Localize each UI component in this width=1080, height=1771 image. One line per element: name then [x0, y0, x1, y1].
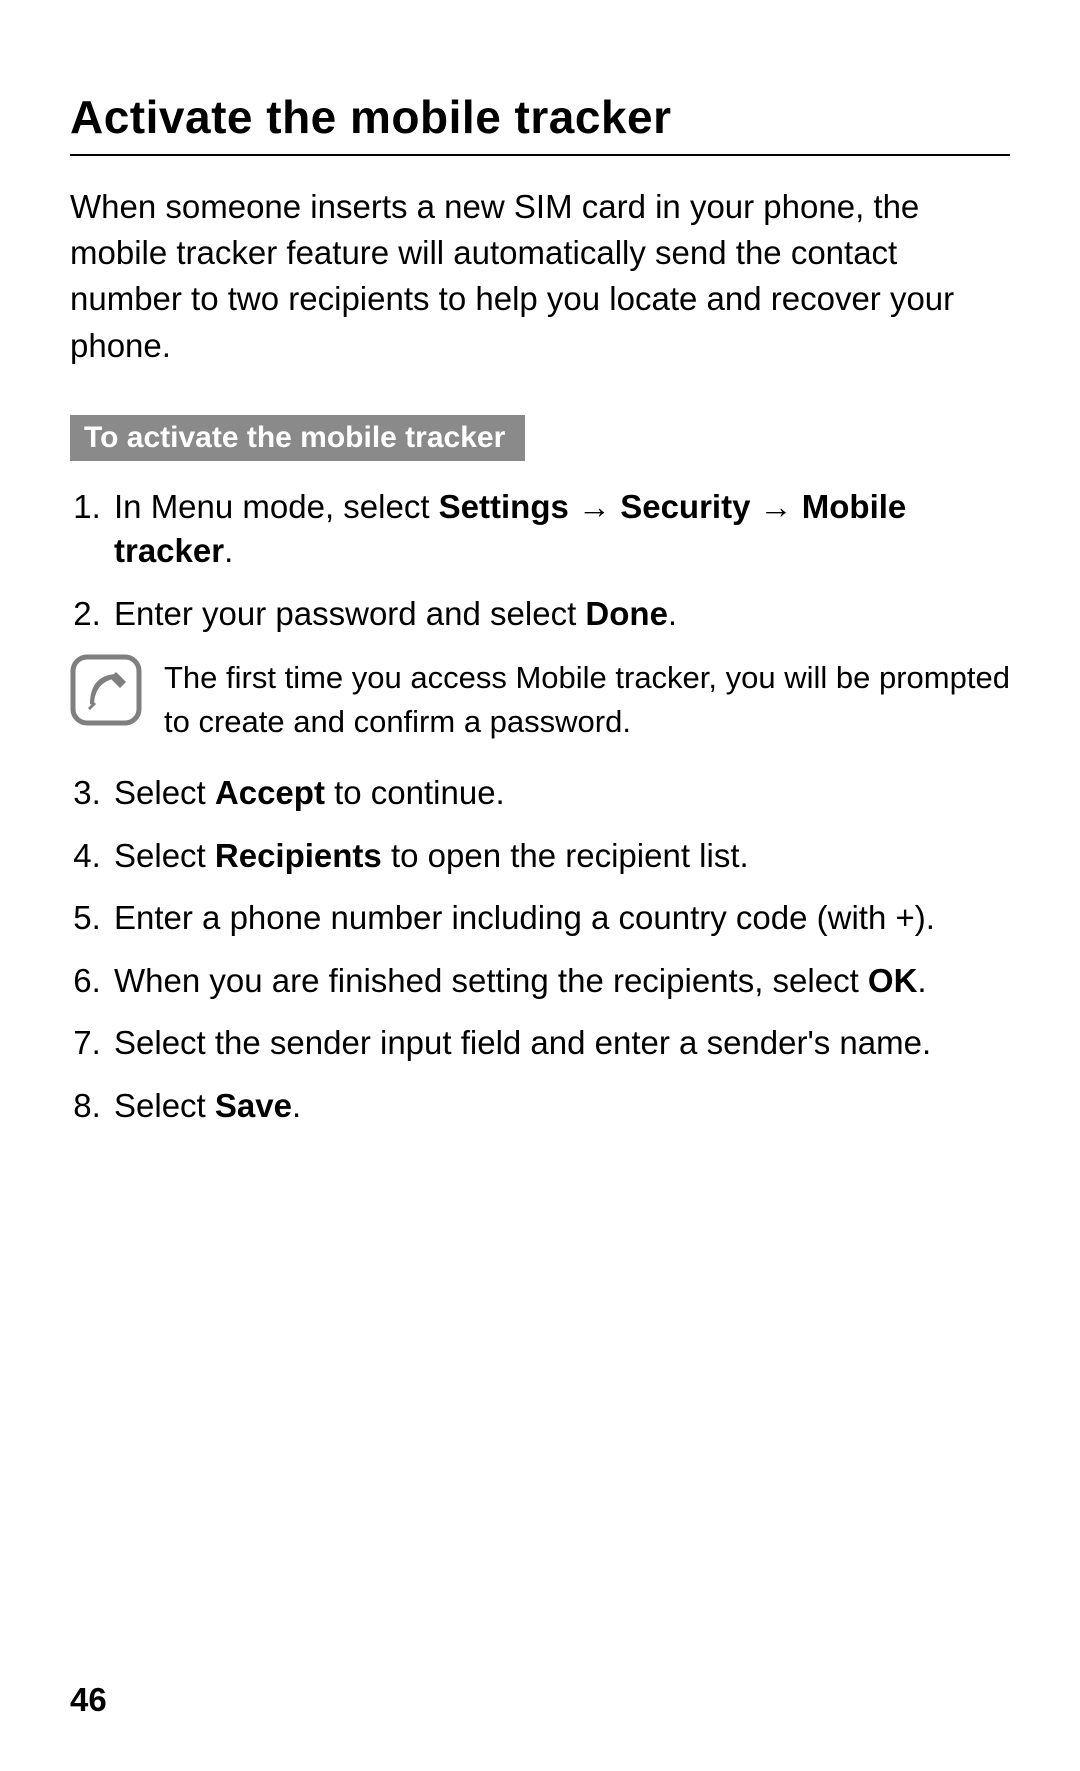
step-4-text-prefix: Select [114, 837, 215, 874]
step-2-text-suffix: . [668, 595, 677, 632]
step-1-bold-settings: Settings [439, 488, 569, 525]
step-8-text-suffix: . [292, 1087, 301, 1124]
step-8-text-prefix: Select [114, 1087, 215, 1124]
page-number: 46 [70, 1681, 107, 1719]
note-icon [70, 654, 142, 726]
step-3-text-prefix: Select [114, 774, 215, 811]
step-6-bold-ok: OK [868, 962, 918, 999]
step-2-bold-done: Done [585, 595, 668, 632]
step-4: Select Recipients to open the recipient … [110, 834, 1010, 879]
steps-list-2: Select Accept to continue. Select Recipi… [70, 771, 1010, 1128]
step-3-bold-accept: Accept [215, 774, 325, 811]
step-1-text-prefix: In Menu mode, select [114, 488, 439, 525]
step-3-text-suffix: to continue. [325, 774, 505, 811]
step-8: Select Save. [110, 1084, 1010, 1129]
step-2: Enter your password and select Done. [110, 592, 1010, 637]
note-text: The first time you access Mobile tracker… [164, 654, 1010, 743]
step-6-text-suffix: . [917, 962, 926, 999]
section-label: To activate the mobile tracker [70, 415, 525, 461]
arrow-icon: → [569, 488, 620, 525]
step-1-text-suffix: . [224, 532, 233, 569]
steps-list-1: In Menu mode, select Settings → Security… [70, 485, 1010, 637]
page-title: Activate the mobile tracker [70, 90, 1010, 156]
intro-paragraph: When someone inserts a new SIM card in y… [70, 184, 1010, 369]
step-1-bold-security: Security [620, 488, 750, 525]
step-5: Enter a phone number including a country… [110, 896, 1010, 941]
step-4-bold-recipients: Recipients [215, 837, 382, 874]
step-4-text-suffix: to open the recipient list. [382, 837, 749, 874]
step-7: Select the sender input field and enter … [110, 1021, 1010, 1066]
step-3: Select Accept to continue. [110, 771, 1010, 816]
document-page: Activate the mobile tracker When someone… [0, 0, 1080, 1771]
step-6: When you are finished setting the recipi… [110, 959, 1010, 1004]
step-8-bold-save: Save [215, 1087, 292, 1124]
step-2-text-prefix: Enter your password and select [114, 595, 585, 632]
step-6-text-prefix: When you are finished setting the recipi… [114, 962, 868, 999]
arrow-icon: → [750, 488, 801, 525]
step-1: In Menu mode, select Settings → Security… [110, 485, 1010, 574]
note-callout: The first time you access Mobile tracker… [70, 654, 1010, 743]
